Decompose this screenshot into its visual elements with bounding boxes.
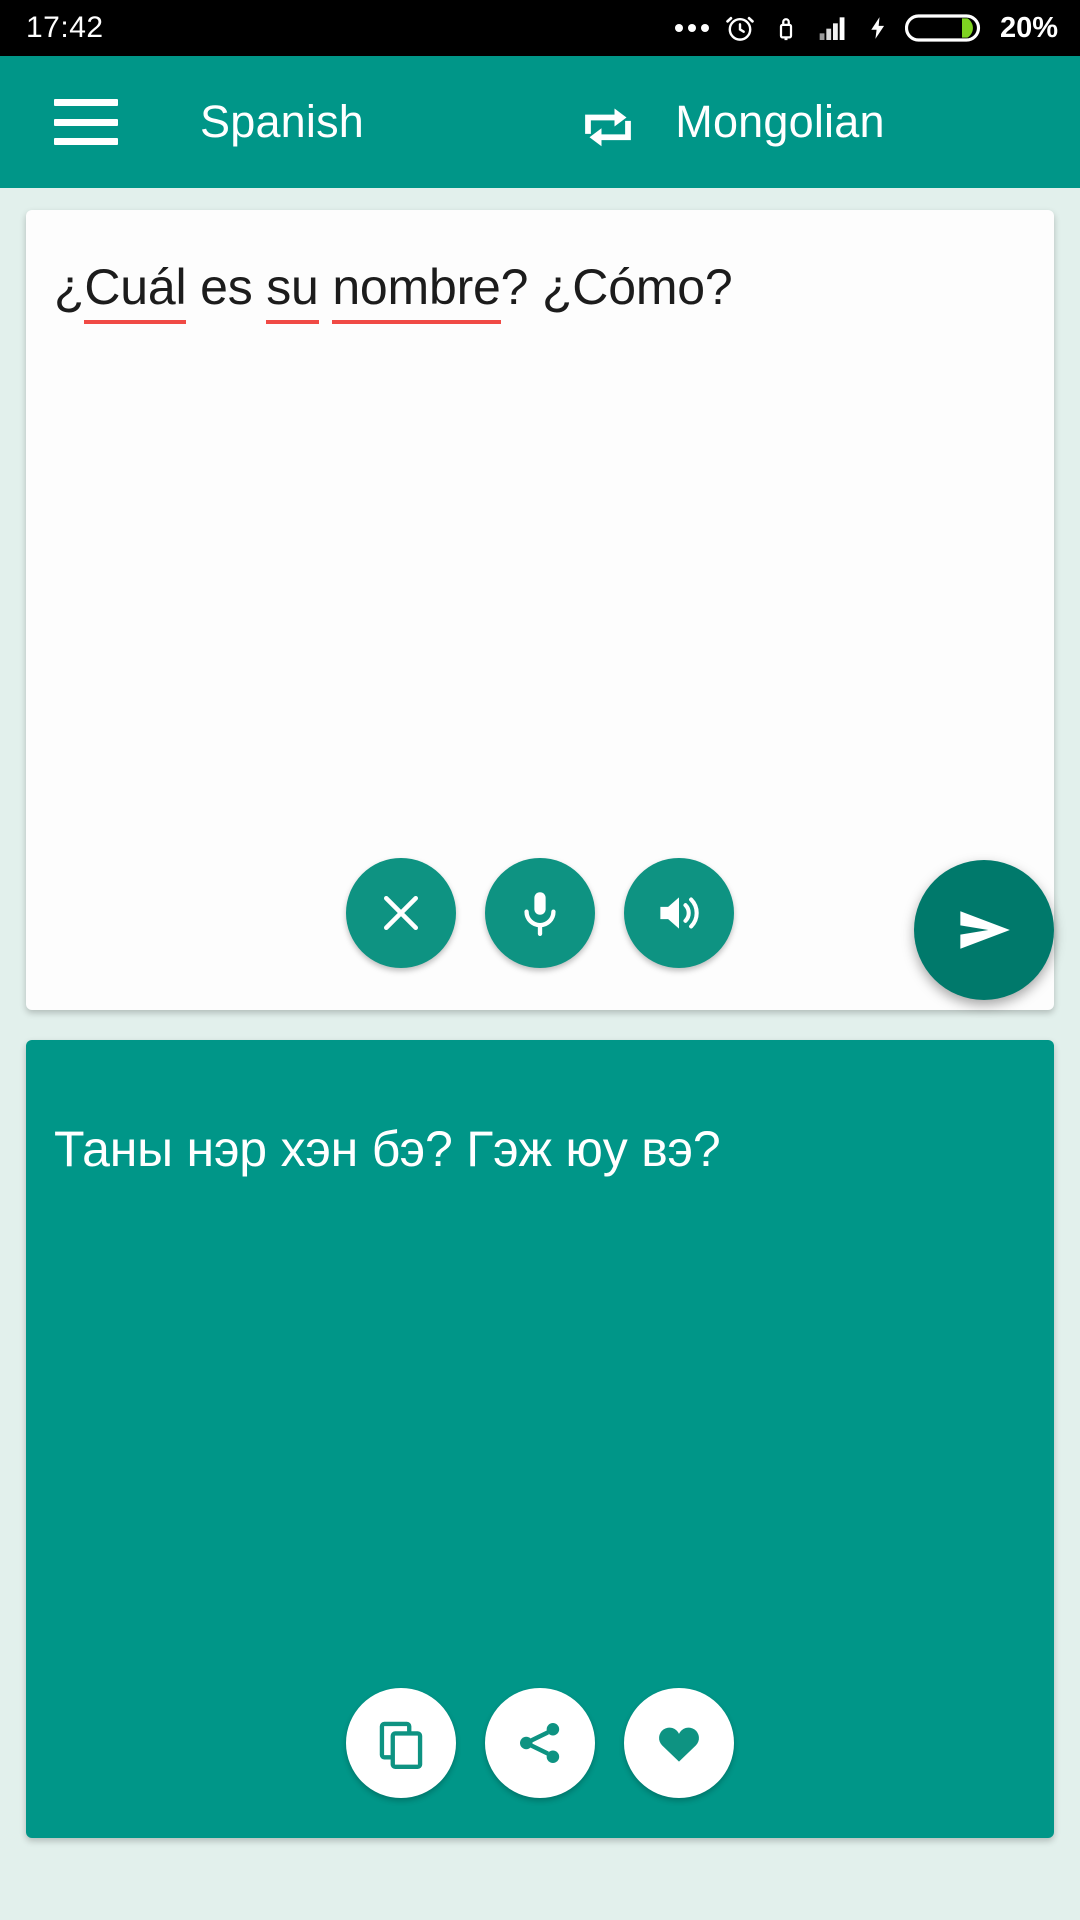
battery-icon xyxy=(904,14,981,42)
source-text[interactable]: ¿Cuál es su nombre? ¿Cómo? xyxy=(54,256,1026,319)
voice-input-button[interactable] xyxy=(485,858,595,968)
more-dots-icon xyxy=(674,24,709,32)
target-language-button[interactable]: Mongolian xyxy=(630,96,930,148)
source-text-fragment: es xyxy=(186,259,267,315)
source-text-fragment: ? ¿Cómo? xyxy=(500,259,733,315)
speak-source-button[interactable] xyxy=(624,858,734,968)
app-bar: Spanish Mongolian xyxy=(0,56,1080,188)
usb-lock-icon xyxy=(779,18,793,41)
clear-button[interactable] xyxy=(346,858,456,968)
translate-send-button[interactable] xyxy=(914,860,1054,1000)
translation-actions xyxy=(26,1688,1054,1798)
share-icon xyxy=(520,1723,560,1763)
source-text-fragment xyxy=(319,259,333,315)
signal-bars-icon xyxy=(819,17,845,40)
copy-icon xyxy=(379,1721,423,1769)
status-bar: 17:42 20% xyxy=(0,0,1080,56)
alarm-clock-icon xyxy=(726,16,754,41)
hamburger-menu-icon[interactable] xyxy=(54,99,118,145)
microphone-icon xyxy=(524,892,556,936)
source-text-card: ¿Cuál es su nombre? ¿Cómo? xyxy=(26,210,1054,1010)
translator-body: ¿Cuál es su nombre? ¿Cómo? Таны нэр хэн … xyxy=(0,188,1080,1920)
battery-percent: 20% xyxy=(999,11,1058,44)
speaker-icon xyxy=(660,897,699,929)
share-button[interactable] xyxy=(485,1688,595,1798)
charging-bolt-icon xyxy=(871,17,885,39)
translated-text[interactable]: Таны нэр хэн бэ? Гэж юу вэ? xyxy=(54,1118,1026,1181)
misspelled-word: Cuál xyxy=(84,259,187,315)
misspelled-word: nombre xyxy=(332,259,501,315)
heart-icon xyxy=(659,1727,699,1762)
status-time: 17:42 xyxy=(26,11,104,44)
close-icon xyxy=(383,895,419,931)
status-icons: 20% xyxy=(674,10,1058,46)
translated-text-card: Таны нэр хэн бэ? Гэж юу вэ? xyxy=(26,1040,1054,1838)
source-language-button[interactable]: Spanish xyxy=(200,96,364,148)
send-icon xyxy=(960,911,1010,949)
copy-button[interactable] xyxy=(346,1688,456,1798)
favorite-button[interactable] xyxy=(624,1688,734,1798)
source-actions xyxy=(26,858,1054,968)
misspelled-word: su xyxy=(266,259,319,315)
source-text-fragment: ¿ xyxy=(54,259,85,315)
